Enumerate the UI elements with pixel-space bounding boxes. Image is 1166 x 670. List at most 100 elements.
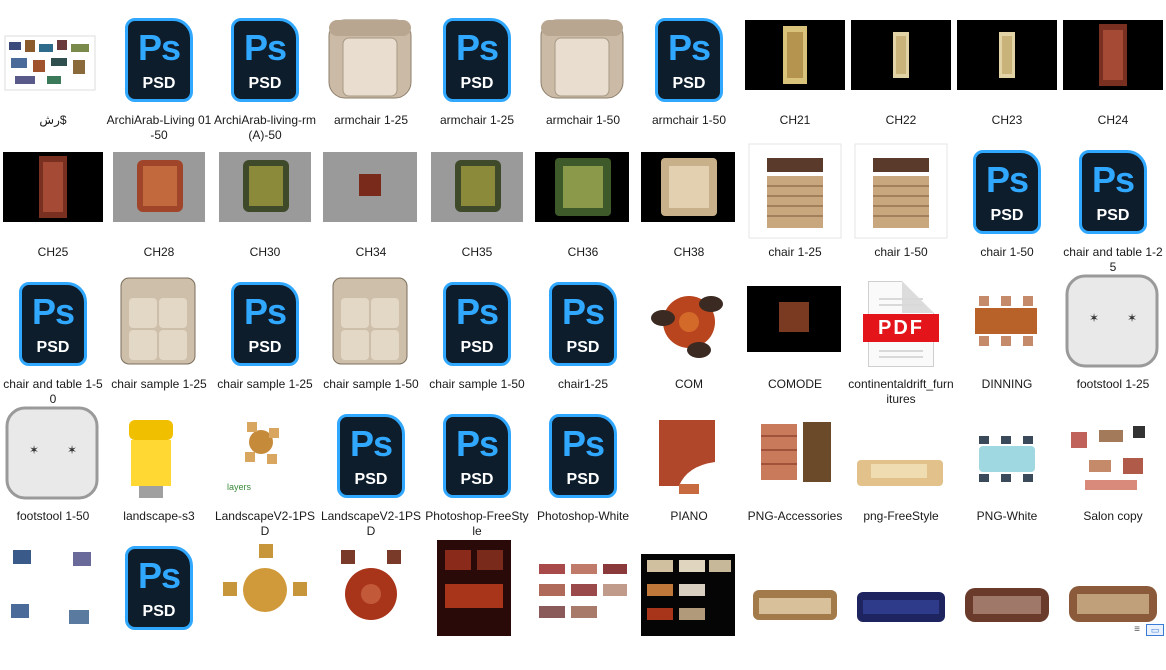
file-item[interactable]: رش$ xyxy=(0,10,106,142)
file-item[interactable]: Ps PSD Photoshop-White xyxy=(530,406,636,538)
image-thumbnail xyxy=(745,406,845,506)
file-item[interactable]: chair sample 1-25 xyxy=(106,274,212,406)
large-icons-view-icon[interactable]: ▭ xyxy=(1146,624,1164,636)
file-item[interactable] xyxy=(530,538,636,670)
file-item[interactable]: PNG-Accessories xyxy=(742,406,848,538)
image-thumbnail xyxy=(427,538,527,638)
file-item[interactable]: Ps PSD chair1-25 xyxy=(530,274,636,406)
image-thumbnail xyxy=(321,274,421,374)
file-name: LandscapeV2-1PSD xyxy=(214,509,316,538)
file-item[interactable]: CH34 xyxy=(318,142,424,274)
file-item[interactable]: chair 1-50 xyxy=(848,142,954,274)
ps-letters: Ps xyxy=(667,27,711,68)
file-name: CH23 xyxy=(991,113,1023,127)
file-item[interactable]: ✶ ✶ footstool 1-50 xyxy=(0,406,106,538)
file-item[interactable] xyxy=(848,538,954,670)
file-item[interactable]: CH35 xyxy=(424,142,530,274)
file-item[interactable]: armchair 1-25 xyxy=(318,10,424,142)
psd-label: PSD xyxy=(566,471,600,488)
file-name: CH38 xyxy=(673,245,705,259)
file-item[interactable]: Ps PSD chair sample 1-25 xyxy=(212,274,318,406)
file-item[interactable] xyxy=(318,538,424,670)
file-item[interactable]: Ps PSD xyxy=(106,538,212,670)
image-thumbnail xyxy=(851,406,951,506)
image-thumbnail xyxy=(851,538,951,638)
file-name: CH21 xyxy=(779,113,811,127)
photoshop-file-icon: Ps PSD xyxy=(1079,150,1147,234)
photoshop-file-icon: Ps PSD xyxy=(655,18,723,102)
file-item[interactable]: chair sample 1-50 xyxy=(318,274,424,406)
file-item[interactable]: Ps PSD ArchiArab-Living 01-50 xyxy=(106,10,212,142)
file-item[interactable]: CH24 xyxy=(1060,10,1166,142)
file-item[interactable]: armchair 1-50 xyxy=(530,10,636,142)
file-item[interactable]: PDF continentaldrift_furnitures xyxy=(848,274,954,406)
file-item[interactable]: png-FreeStyle xyxy=(848,406,954,538)
file-name: CH30 xyxy=(249,245,281,259)
photoshop-file-icon: Ps PSD xyxy=(337,414,405,498)
file-item[interactable]: Ps PSD chair and table 1-50 xyxy=(0,274,106,406)
file-name: LandscapeV2-1PSD xyxy=(320,509,422,538)
file-name: png-FreeStyle xyxy=(863,509,939,523)
image-thumbnail xyxy=(533,538,633,638)
svg-text:✶: ✶ xyxy=(67,443,77,457)
psd-label: PSD xyxy=(354,471,388,488)
file-name: CH36 xyxy=(567,245,599,259)
file-name: Salon copy xyxy=(1083,509,1143,523)
file-item[interactable]: Ps PSD chair and table 1-25 xyxy=(1060,142,1166,274)
psd-label: PSD xyxy=(36,339,70,356)
image-thumbnail xyxy=(109,142,209,242)
image-thumbnail xyxy=(639,142,739,242)
image-thumbnail: ✶ ✶ xyxy=(1063,274,1163,374)
file-name: CH34 xyxy=(355,245,387,259)
file-item[interactable]: DINNING xyxy=(954,274,1060,406)
file-thumbnail: Ps PSD xyxy=(215,10,315,110)
file-item[interactable]: PIANO xyxy=(636,406,742,538)
file-item[interactable]: PNG-White xyxy=(954,406,1060,538)
file-item[interactable]: chair 1-25 xyxy=(742,142,848,274)
file-item[interactable]: ✶ ✶ footstool 1-25 xyxy=(1060,274,1166,406)
file-item[interactable] xyxy=(0,538,106,670)
ps-letters: Ps xyxy=(561,291,605,332)
file-item[interactable]: COMODE xyxy=(742,274,848,406)
photoshop-file-icon: Ps PSD xyxy=(549,282,617,366)
file-item[interactable]: Ps PSD armchair 1-25 xyxy=(424,10,530,142)
file-item[interactable]: CH23 xyxy=(954,10,1060,142)
file-name: chair and table 1-25 xyxy=(1063,245,1163,274)
file-item[interactable]: CH21 xyxy=(742,10,848,142)
file-item[interactable] xyxy=(636,538,742,670)
file-item[interactable] xyxy=(212,538,318,670)
file-thumbnail: Ps PSD xyxy=(1063,142,1163,242)
file-item[interactable]: CH28 xyxy=(106,142,212,274)
file-item[interactable]: Ps PSD Photoshop-FreeStyle xyxy=(424,406,530,538)
ps-letters: Ps xyxy=(31,291,75,332)
file-item[interactable]: Ps PSD armchair 1-50 xyxy=(636,10,742,142)
image-thumbnail xyxy=(533,10,633,110)
file-item[interactable]: CH25 xyxy=(0,142,106,274)
file-item[interactable]: CH30 xyxy=(212,142,318,274)
details-view-icon[interactable]: ≡ xyxy=(1130,624,1144,636)
file-item[interactable] xyxy=(742,538,848,670)
file-name: armchair 1-50 xyxy=(545,113,621,127)
file-item[interactable]: COM xyxy=(636,274,742,406)
file-item[interactable] xyxy=(424,538,530,670)
psd-label: PSD xyxy=(142,75,176,92)
file-item[interactable]: Ps PSD LandscapeV2-1PSD xyxy=(318,406,424,538)
file-item[interactable]: layers LandscapeV2-1PSD xyxy=(212,406,318,538)
file-item[interactable] xyxy=(954,538,1060,670)
file-name: chair 1-50 xyxy=(980,245,1034,259)
file-item[interactable]: Ps PSD chair sample 1-50 xyxy=(424,274,530,406)
file-item[interactable]: Ps PSD chair 1-50 xyxy=(954,142,1060,274)
file-item[interactable]: Ps PSD ArchiArab-living-rm(A)-50 xyxy=(212,10,318,142)
file-item[interactable]: Salon copy xyxy=(1060,406,1166,538)
file-item[interactable]: CH36 xyxy=(530,142,636,274)
image-thumbnail xyxy=(639,538,739,638)
image-thumbnail xyxy=(109,406,209,506)
file-name: armchair 1-25 xyxy=(439,113,515,127)
file-item[interactable]: CH22 xyxy=(848,10,954,142)
file-item[interactable]: CH38 xyxy=(636,142,742,274)
image-thumbnail: layers xyxy=(215,406,315,506)
ps-letters: Ps xyxy=(455,291,499,332)
image-thumbnail xyxy=(639,274,739,374)
file-item[interactable]: landscape-s3 xyxy=(106,406,212,538)
file-item[interactable] xyxy=(1060,538,1166,670)
